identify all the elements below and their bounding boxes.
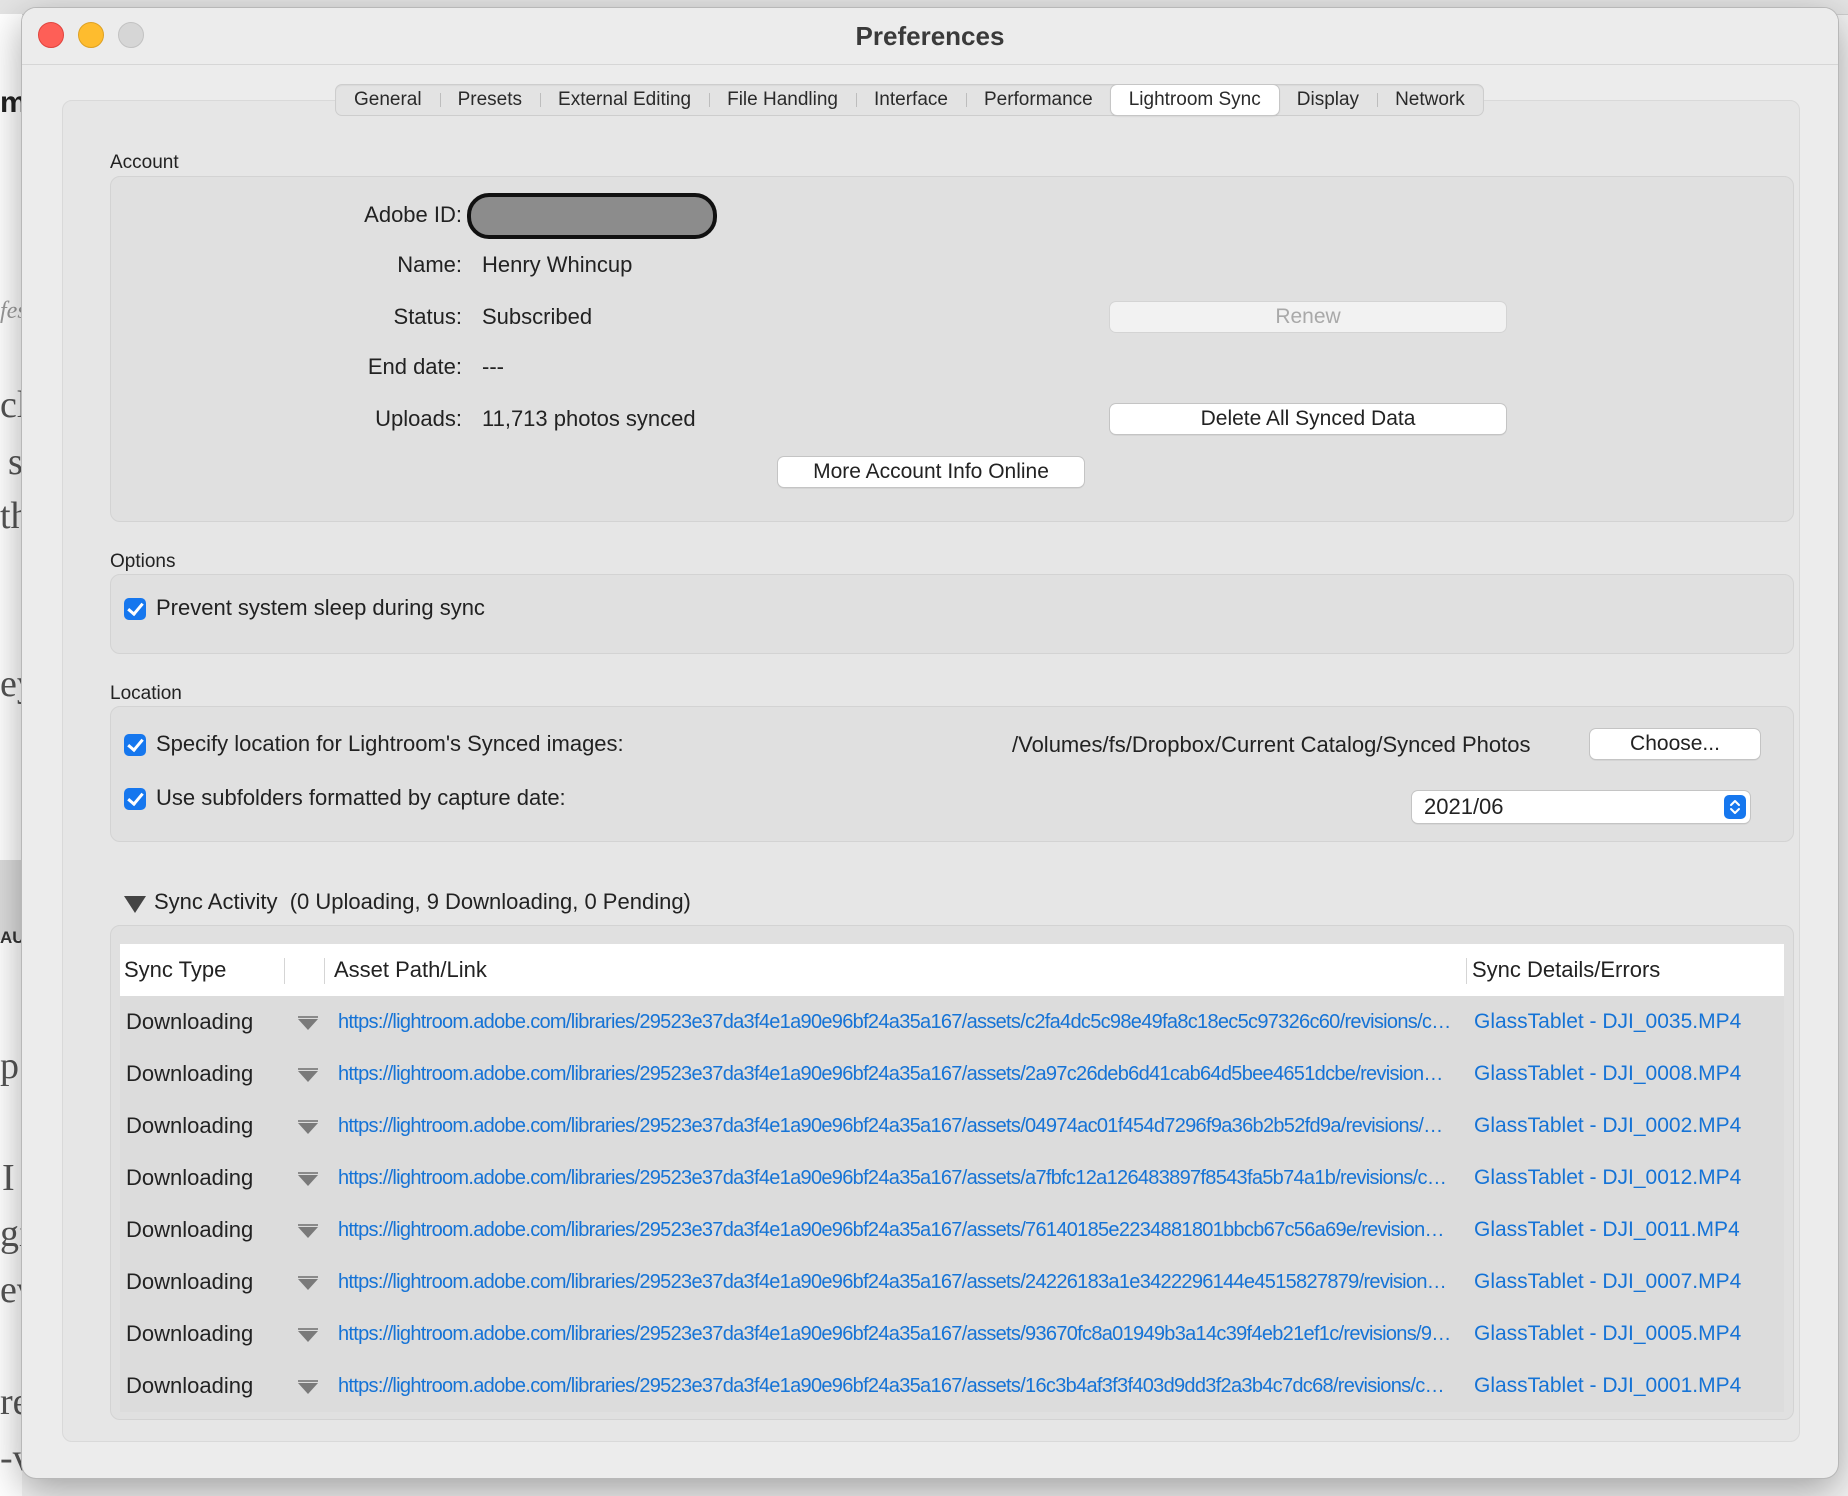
table-row[interactable]: Downloading https://lightroom.adobe.com/…	[120, 1100, 1784, 1152]
column-header-sync-type[interactable]: Sync Type	[124, 944, 226, 996]
name-value: Henry Whincup	[482, 252, 633, 277]
delete-all-synced-data-button[interactable]: Delete All Synced Data	[1110, 404, 1506, 434]
background-text: s	[8, 441, 23, 483]
sync-type-cell: Downloading	[126, 1165, 254, 1190]
sync-type-cell: Downloading	[126, 1321, 254, 1346]
asset-link[interactable]: https://lightroom.adobe.com/libraries/29…	[338, 1100, 1452, 1152]
uploads-value: 11,713 photos synced	[482, 406, 696, 431]
subfolder-format-value: 2021/06	[1424, 794, 1504, 819]
table-row[interactable]: Downloading https://lightroom.adobe.com/…	[120, 1204, 1784, 1256]
sync-type-cell: Downloading	[126, 1217, 254, 1242]
column-header-asset-path[interactable]: Asset Path/Link	[334, 944, 487, 996]
table-row[interactable]: Downloading https://lightroom.adobe.com/…	[120, 1048, 1784, 1100]
status-value: Subscribed	[482, 304, 593, 329]
table-row[interactable]: Downloading https://lightroom.adobe.com/…	[120, 1256, 1784, 1308]
status-label: Status:	[393, 304, 462, 329]
download-arrow-icon	[298, 1380, 318, 1394]
tab-presets[interactable]: Presets	[439, 85, 540, 115]
download-arrow-icon	[298, 1224, 318, 1238]
sync-type-cell: Downloading	[126, 1009, 254, 1034]
column-divider[interactable]	[1466, 958, 1467, 984]
sync-detail-link[interactable]: GlassTablet - DJI_0005.MP4	[1474, 1308, 1741, 1360]
asset-link[interactable]: https://lightroom.adobe.com/libraries/29…	[338, 1360, 1452, 1412]
tab-display[interactable]: Display	[1279, 85, 1377, 115]
table-row[interactable]: Downloading https://lightroom.adobe.com/…	[120, 996, 1784, 1048]
preferences-window: Preferences General Presets External Edi…	[22, 8, 1838, 1478]
download-arrow-icon	[298, 1172, 318, 1186]
background-text: p	[0, 1045, 19, 1087]
preferences-tab-bar: General Presets External Editing File Ha…	[335, 84, 1484, 116]
sync-type-cell: Downloading	[126, 1061, 254, 1086]
tab-external-editing[interactable]: External Editing	[540, 85, 709, 115]
subfolder-format-select[interactable]: 2021/06	[1412, 791, 1750, 823]
sync-activity-table-body: Downloading https://lightroom.adobe.com/…	[120, 996, 1784, 1412]
specify-location-label[interactable]: Specify location for Lightroom's Synced …	[156, 731, 624, 757]
column-header-sync-details[interactable]: Sync Details/Errors	[1472, 944, 1660, 996]
sync-detail-link[interactable]: GlassTablet - DJI_0035.MP4	[1474, 996, 1741, 1048]
tab-file-handling[interactable]: File Handling	[709, 85, 856, 115]
tab-interface[interactable]: Interface	[856, 85, 966, 115]
name-label: Name:	[397, 252, 462, 277]
background-text: I	[2, 1157, 15, 1199]
sync-type-cell: Downloading	[126, 1113, 254, 1138]
window-title: Preferences	[855, 21, 1005, 51]
renew-button: Renew	[1110, 302, 1506, 332]
end-date-label: End date:	[367, 354, 462, 379]
sync-detail-link[interactable]: GlassTablet - DJI_0002.MP4	[1474, 1100, 1741, 1152]
table-row[interactable]: Downloading https://lightroom.adobe.com/…	[120, 1152, 1784, 1204]
download-arrow-icon	[298, 1328, 318, 1342]
uploads-label: Uploads:	[375, 406, 462, 431]
tab-network[interactable]: Network	[1377, 85, 1483, 115]
table-row[interactable]: Downloading https://lightroom.adobe.com/…	[120, 1308, 1784, 1360]
asset-link[interactable]: https://lightroom.adobe.com/libraries/29…	[338, 996, 1452, 1048]
table-row[interactable]: Downloading https://lightroom.adobe.com/…	[120, 1360, 1784, 1412]
location-section-label: Location	[110, 683, 182, 704]
sync-detail-link[interactable]: GlassTablet - DJI_0007.MP4	[1474, 1256, 1741, 1308]
prevent-sleep-label[interactable]: Prevent system sleep during sync	[156, 595, 485, 621]
tab-performance[interactable]: Performance	[965, 85, 1111, 115]
titlebar[interactable]: Preferences	[22, 8, 1838, 65]
end-date-value: ---	[482, 354, 504, 379]
tab-lightroom-sync[interactable]: Lightroom Sync	[1110, 85, 1279, 115]
sync-type-cell: Downloading	[126, 1269, 254, 1294]
background-text: AU	[0, 928, 25, 947]
download-arrow-icon	[298, 1276, 318, 1290]
choose-location-button[interactable]: Choose...	[1590, 729, 1760, 759]
download-arrow-icon	[298, 1068, 318, 1082]
adobe-id-label: Adobe ID:	[364, 202, 462, 227]
asset-link[interactable]: https://lightroom.adobe.com/libraries/29…	[338, 1152, 1452, 1204]
asset-link[interactable]: https://lightroom.adobe.com/libraries/29…	[338, 1256, 1452, 1308]
synced-photos-path: /Volumes/fs/Dropbox/Current Catalog/Sync…	[1012, 732, 1531, 757]
sync-detail-link[interactable]: GlassTablet - DJI_0012.MP4	[1474, 1152, 1741, 1204]
more-account-info-button[interactable]: More Account Info Online	[778, 457, 1084, 487]
sync-activity-table-header: Sync Type Asset Path/Link Sync Details/E…	[120, 944, 1784, 996]
tab-general[interactable]: General	[336, 85, 440, 115]
account-section-label: Account	[110, 152, 179, 173]
asset-link[interactable]: https://lightroom.adobe.com/libraries/29…	[338, 1048, 1452, 1100]
download-arrow-icon	[298, 1016, 318, 1030]
asset-link[interactable]: https://lightroom.adobe.com/libraries/29…	[338, 1308, 1452, 1360]
asset-link[interactable]: https://lightroom.adobe.com/libraries/29…	[338, 1204, 1452, 1256]
download-arrow-icon	[298, 1120, 318, 1134]
sync-type-cell: Downloading	[126, 1373, 254, 1398]
specify-location-checkbox[interactable]	[124, 734, 146, 756]
options-section-label: Options	[110, 551, 176, 572]
sync-activity-heading: Sync Activity (0 Uploading, 9 Downloadin…	[154, 889, 691, 915]
sync-detail-link[interactable]: GlassTablet - DJI_0001.MP4	[1474, 1360, 1741, 1412]
sync-activity-summary: (0 Uploading, 9 Downloading, 0 Pending)	[289, 889, 691, 914]
redacted-adobe-id	[467, 193, 717, 239]
use-subfolders-checkbox[interactable]	[124, 788, 146, 810]
use-subfolders-label[interactable]: Use subfolders formatted by capture date…	[156, 785, 566, 811]
sync-detail-link[interactable]: GlassTablet - DJI_0008.MP4	[1474, 1048, 1741, 1100]
sync-activity-title: Sync Activity	[154, 889, 278, 914]
column-divider[interactable]	[324, 958, 325, 984]
prevent-sleep-checkbox[interactable]	[124, 598, 146, 620]
disclosure-triangle-icon[interactable]	[124, 896, 146, 913]
chevron-up-down-icon	[1724, 795, 1746, 819]
sync-detail-link[interactable]: GlassTablet - DJI_0011.MP4	[1474, 1204, 1740, 1256]
column-divider[interactable]	[284, 958, 285, 984]
